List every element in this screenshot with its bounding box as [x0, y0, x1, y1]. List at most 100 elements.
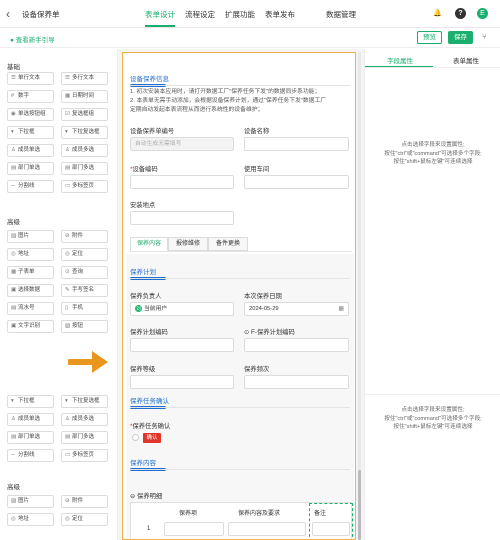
palette-item[interactable]: ♙ 成员多选 — [61, 413, 108, 426]
palette-item[interactable]: ▾ 下拉框 — [7, 126, 54, 139]
palette-item[interactable]: ▭ 多标签页 — [61, 180, 108, 193]
palette-item[interactable]: ◎ 地址 — [7, 513, 54, 526]
palette-item[interactable]: ▯ 手机 — [61, 302, 108, 315]
app-title: 设备保养单 — [22, 10, 60, 19]
palette-item-label: 分割线 — [18, 452, 35, 458]
palette-item[interactable]: ─ 分割线 — [7, 180, 54, 193]
device-name-input[interactable] — [244, 137, 349, 151]
palette-item[interactable]: ◎ 定位 — [61, 248, 108, 261]
palette-item[interactable]: ▨ 图片 — [7, 495, 54, 508]
section-title-task[interactable]: 保养任务确认 — [130, 395, 169, 405]
tab-field-properties[interactable]: 字段属性 — [387, 55, 413, 65]
location-input[interactable] — [130, 211, 234, 225]
palette-item-icon: ▣ — [11, 323, 17, 329]
palette-item[interactable]: ▧ 按钮 — [61, 320, 108, 333]
share-icon[interactable]: ⑂ — [482, 32, 487, 41]
canvas-scrollbar[interactable] — [358, 52, 361, 540]
help-icon[interactable]: ? — [455, 8, 466, 19]
link-icon: ⊙ — [244, 329, 252, 336]
palette-item[interactable]: ☰ 单行文本 — [7, 72, 54, 85]
tab-publish[interactable]: 表单发布 — [265, 9, 295, 20]
section-title-info[interactable]: 设备保养信息 — [130, 73, 169, 83]
tab-extensions[interactable]: 扩展功能 — [225, 9, 255, 20]
palette-item[interactable]: ▤ 部门多选 — [61, 431, 108, 444]
fplan-input[interactable] — [244, 338, 349, 352]
level-input[interactable] — [130, 375, 234, 389]
confirm-radio[interactable] — [132, 434, 139, 441]
palette-item[interactable]: ☰ 多行文本 — [61, 72, 108, 85]
palette-item[interactable]: ▤ 部门单选 — [7, 431, 54, 444]
palette-item[interactable]: ▣ 文字识别 — [7, 320, 54, 333]
active-tab-indicator — [145, 25, 175, 27]
palette-item[interactable]: ✎ 手写签名 — [61, 284, 108, 297]
notification-icon[interactable]: 🔔 — [432, 8, 443, 19]
palette-item[interactable]: ▾ 下拉框 — [7, 395, 54, 408]
avatar[interactable]: E — [477, 8, 488, 19]
tab-workflow[interactable]: 流程设定 — [185, 9, 215, 20]
tab-repair[interactable]: 报修维修 — [168, 237, 208, 251]
palette-item[interactable]: ▦ 子表单 — [7, 266, 54, 279]
section-title-plan[interactable]: 保养计划 — [130, 266, 156, 276]
tab-form-properties[interactable]: 表单属性 — [453, 55, 479, 65]
cell-input[interactable] — [228, 522, 306, 536]
save-button[interactable]: 保存 — [448, 31, 473, 44]
palette-item[interactable]: ▤ 流水号 — [7, 302, 54, 315]
table-header: 保养项 — [179, 511, 198, 517]
palette-item[interactable]: ⊘ 附件 — [61, 230, 108, 243]
workshop-input[interactable] — [244, 175, 349, 189]
palette-item[interactable]: ♙ 成员单选 — [7, 413, 54, 426]
back-arrow-icon[interactable]: ‹ — [6, 7, 16, 21]
detail-table[interactable]: 保养项 保养内容及要求 备注 1 — [130, 502, 353, 539]
palette-item[interactable]: ◉ 单选按钮组 — [7, 108, 54, 121]
cell-input[interactable] — [312, 522, 350, 536]
scrollbar-thumb[interactable] — [358, 470, 361, 540]
guide-label: 查看新手引导 — [15, 37, 55, 44]
instruction-note[interactable]: 1. 初次安装本应用时，请打开数据工厂"保养任务下发"的数据同步系功能； 2. … — [130, 88, 352, 115]
section-title-content[interactable]: 保养内容 — [130, 457, 156, 467]
palette-item[interactable]: ▭ 多标签页 — [61, 449, 108, 462]
field-label-text: 保养任务确认 — [132, 423, 171, 430]
palette-item[interactable]: ▾ 下拉复选框 — [61, 126, 108, 139]
palette-item[interactable]: ♙ 成员多选 — [61, 144, 108, 157]
palette-item-label: 定位 — [72, 516, 84, 522]
palette-item-icon: ⊙ — [65, 269, 70, 275]
tab-form-design[interactable]: 表单设计 — [145, 9, 175, 20]
palette-item[interactable]: ▦ 日期时间 — [61, 90, 108, 103]
palette-item[interactable]: ▨ 图片 — [7, 230, 54, 243]
collapse-icon[interactable]: ⊖ — [130, 493, 137, 500]
tab-maintenance-content[interactable]: 保养内容 — [130, 237, 168, 251]
plan-code-input[interactable] — [130, 338, 234, 352]
cell-input[interactable] — [164, 522, 224, 536]
device-code-input[interactable] — [130, 175, 234, 189]
palette-item[interactable]: ▤ 部门多选 — [61, 162, 108, 175]
palette-item[interactable]: ▣ 选择数据 — [7, 284, 54, 297]
tab-data-management[interactable]: 数据管理 — [326, 9, 356, 20]
palette-item[interactable]: ▾ 下拉复选框 — [61, 395, 108, 408]
guide-link[interactable]: ● 查看新手引导 — [10, 34, 55, 44]
tab-spare-parts[interactable]: 备件更换 — [208, 237, 248, 251]
content-tabs: 保养内容 报修维修 备件更换 — [130, 237, 352, 251]
palette-item[interactable]: ⊘ 附件 — [61, 495, 108, 508]
palette-item-icon: ─ — [11, 183, 15, 189]
confirm-option[interactable]: 确认 — [143, 433, 161, 443]
date-input[interactable]: 2024-05-29 ▦ — [244, 302, 349, 316]
palette-item[interactable]: ♙ 成员单选 — [7, 144, 54, 157]
palette-item[interactable]: ☑ 复选框组 — [61, 108, 108, 121]
form-canvas[interactable]: 设备保养信息 1. 初次安装本应用时，请打开数据工厂"保养任务下发"的数据同步系… — [122, 52, 356, 540]
preview-button[interactable]: 预览 — [417, 31, 442, 44]
palette-item[interactable]: ◎ 地址 — [7, 248, 54, 261]
palette-item-icon: ▦ — [65, 93, 71, 99]
palette-item[interactable]: # 数字 — [7, 90, 54, 103]
palette-item[interactable]: ◎ 定位 — [61, 513, 108, 526]
owner-field[interactable]: 刘当前用户 — [130, 302, 234, 316]
note-line: 1. 初次安装本应用时，请打开数据工厂"保养任务下发"的数据同步系功能； — [130, 89, 321, 95]
times-input[interactable] — [244, 375, 349, 389]
palette-item[interactable]: ⊙ 查询 — [61, 266, 108, 279]
palette-item[interactable]: ▤ 部门单选 — [7, 162, 54, 175]
field-label-location: 安装地点 — [130, 202, 156, 209]
field-label-device-code: *设备编码 — [130, 166, 158, 173]
palette-item-label: 部门单选 — [18, 434, 41, 440]
hint-line: 按住"ctrl"或"command"可选择多个字段; — [384, 150, 482, 157]
palette-item-icon: ◎ — [11, 516, 16, 522]
palette-item[interactable]: ─ 分割线 — [7, 449, 54, 462]
